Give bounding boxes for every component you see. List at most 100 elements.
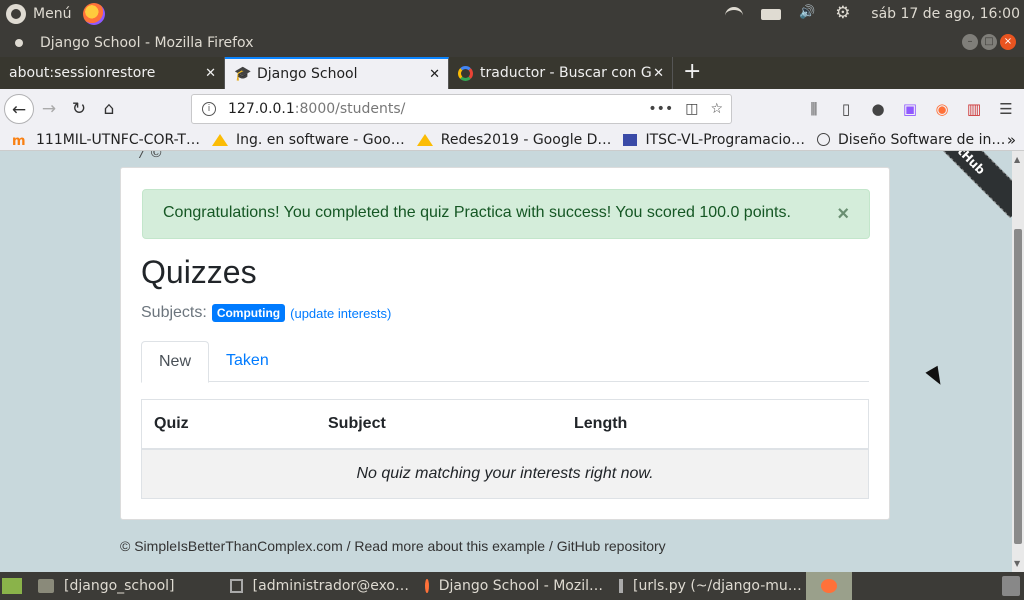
account-icon[interactable]: ● [868,99,888,119]
extension-purple-icon[interactable]: ▣ [900,99,920,119]
battery-icon[interactable] [761,8,782,20]
bookmark-item[interactable]: Redes2019 - Google D… [416,131,612,148]
success-alert: Congratulations! You completed the quiz … [142,189,870,239]
window-menu-dot-icon [15,38,23,47]
url-text[interactable]: 127.0.0.1:8000/students/ [228,101,405,117]
text-file-icon [619,579,623,593]
hamburger-menu-icon[interactable]: ☰ [996,99,1016,119]
back-button[interactable]: ← [4,94,34,124]
bookmark-item[interactable]: ITSC-VL-Programacio… [623,132,805,148]
system-panel: Menú sáb 17 de ago, 16:00 [0,0,1024,28]
taskbar-item-editor[interactable]: [urls.py (~/django-mu… [611,572,806,600]
globe-icon [817,133,830,146]
header-quiz: Quiz [154,415,189,432]
sidebar-icon[interactable]: ▯ [836,99,856,119]
firefox-launcher-icon[interactable] [83,3,106,25]
google-drive-icon [416,133,433,146]
alert-message: Congratulations! You completed the quiz … [163,204,791,221]
library-icon[interactable]: ⫼ [804,99,824,119]
extension-grid-icon[interactable]: ▥ [964,99,984,119]
url-path: :8000/students/ [294,101,406,117]
site-logo-fragment: / © [140,151,164,161]
close-window-button[interactable]: × [1000,34,1016,50]
tab-new[interactable]: New [141,341,210,383]
bookmark-item[interactable]: m 111MIL-UTNFC-COR-T… [12,132,200,149]
reload-button[interactable]: ↻ [64,94,94,124]
pocket-icon[interactable]: ◫ [685,101,698,117]
tab-close-icon[interactable]: ✕ [429,67,440,82]
bookmarks-overflow-button[interactable]: » [1007,131,1016,149]
page-footer: © SimpleIsBetterThanComplex.com / Read m… [120,538,666,554]
folder-icon [38,579,54,593]
trash-icon[interactable] [1002,576,1020,596]
alert-close-button[interactable]: × [837,203,849,226]
toolbar-extensions: ⫼ ▯ ● ▣ ◉ ▥ ☰ [792,99,1016,119]
taskbar-item-firefox-active[interactable] [806,572,852,600]
header-length: Length [574,415,628,432]
window-titlebar: Django School - Mozilla Firefox – □ × [0,28,1024,57]
header-subject: Subject [328,415,386,432]
menu-label[interactable]: Menú [33,6,71,22]
github-repo-link[interactable]: GitHub repository [557,538,666,554]
bookmark-item[interactable]: Ing. en software - Goo… [211,131,405,148]
window-controls: – □ × [959,34,1016,50]
taskbar-item-firefox[interactable]: Django School - Mozil… [417,572,611,600]
tab-django-school[interactable]: 🎓 Django School ✕ [225,57,449,89]
read-more-link[interactable]: Read more about this example [354,538,545,554]
bookmark-label: Ing. en software - Goo… [235,131,405,148]
bookmark-star-icon[interactable]: ☆ [710,101,723,117]
tab-sessionrestore[interactable]: about:sessionrestore ✕ [0,57,225,89]
url-host: 127.0.0.1 [228,101,295,117]
tab-label: Django School [257,66,358,82]
taskbar-label: Django School - Mozil… [438,578,603,594]
clock[interactable]: sáb 17 de ago, 16:00 [871,6,1020,22]
tab-traductor[interactable]: traductor - Buscar con G ✕ [449,57,673,89]
minimize-button[interactable]: – [962,34,978,50]
url-bar[interactable]: i 127.0.0.1:8000/students/ ••• ◫ ☆ [191,94,732,124]
taskbar-item-terminal[interactable]: [administrador@exo… [222,572,417,600]
bookmark-item[interactable]: Diseño Software de in… [817,132,1005,148]
site-info-icon[interactable]: i [202,102,216,116]
bookmarks-bar: m 111MIL-UTNFC-COR-T… Ing. en software - … [0,129,1024,151]
maximize-button[interactable]: □ [981,34,997,50]
tab-close-icon[interactable]: ✕ [205,66,216,81]
bookmark-label: ITSC-VL-Programacio… [645,131,805,148]
volume-icon[interactable] [799,5,817,21]
tab-label: traductor - Buscar con G [480,65,652,81]
show-desktop-icon[interactable] [2,578,22,594]
bookmark-label: Redes2019 - Google D… [440,131,612,148]
bookmark-label: Diseño Software de in… [838,131,1006,148]
subjects-line: Subjects: Computing (update interests) [141,304,391,322]
scrollbar-thumb[interactable] [1014,229,1022,544]
scroll-up-icon[interactable]: ▲ [1014,155,1020,164]
firefox-icon [425,579,429,593]
home-button[interactable]: ⌂ [94,94,124,124]
page-actions-button[interactable]: ••• [648,101,673,117]
taskbar: [django_school] [administrador@exo… Djan… [0,572,1024,600]
table-header: Quiz Subject Length [142,400,868,450]
wifi-icon[interactable] [725,7,744,21]
google-drive-icon [211,133,228,146]
taskbar-label: [django_school] [64,578,175,594]
new-tab-button[interactable]: + [683,57,701,89]
footer-separator: / [342,538,355,554]
github-ribbon[interactable]: GitHub [904,151,1012,218]
graduation-cap-icon: 🎓 [234,66,252,82]
content-card: Congratulations! You completed the quiz … [120,167,890,520]
forward-button[interactable]: → [34,94,64,124]
tab-strip: about:sessionrestore ✕ 🎓 Django School ✕… [0,57,1024,89]
extension-firefox-icon[interactable]: ◉ [932,99,952,119]
taskbar-label: [urls.py (~/django-mu… [633,578,802,594]
tab-close-icon[interactable]: ✕ [653,66,664,81]
system-menu[interactable]: Menú [6,3,106,25]
settings-gear-icon[interactable] [835,3,853,23]
subjects-label: Subjects: [141,304,207,321]
system-tray: sáb 17 de ago, 16:00 [725,0,1024,28]
update-interests-link[interactable]: (update interests) [290,306,391,321]
page-title: Quizzes [141,254,257,290]
page-scrollbar[interactable]: ▲ ▼ [1012,151,1024,572]
moodle-icon: m [12,133,26,149]
scroll-down-icon[interactable]: ▼ [1014,559,1020,568]
tab-taken[interactable]: Taken [209,341,286,382]
taskbar-item-files[interactable]: [django_school] [30,572,222,600]
